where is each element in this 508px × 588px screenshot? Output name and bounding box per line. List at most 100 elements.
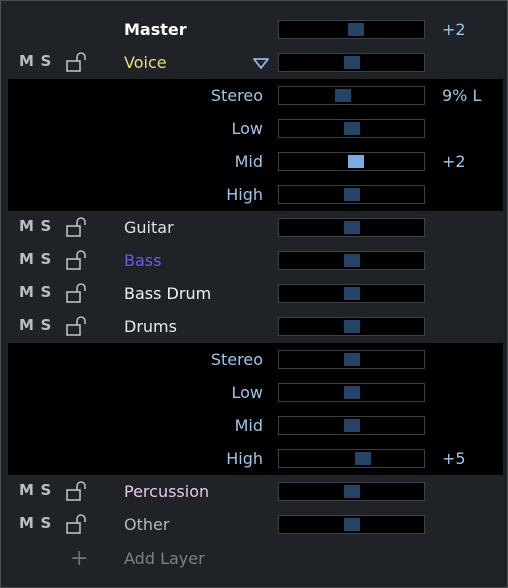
- mute-button[interactable]: M: [19, 283, 34, 301]
- param-label: Mid: [234, 152, 263, 171]
- mute-solo-group: MS: [19, 481, 58, 499]
- param-slider[interactable]: [278, 185, 425, 204]
- param-row-stereo: Stereo 9% L: [8, 79, 503, 112]
- param-slider-knob[interactable]: [344, 419, 360, 432]
- param-value: +5: [442, 449, 466, 468]
- param-slider-knob[interactable]: [335, 89, 351, 102]
- layer-slider[interactable]: [278, 218, 425, 237]
- lock-open-icon[interactable]: [66, 514, 88, 534]
- layer-slider[interactable]: [278, 53, 425, 72]
- plus-icon[interactable]: +: [70, 546, 88, 571]
- layer-name[interactable]: Voice: [124, 53, 167, 72]
- solo-button[interactable]: S: [40, 514, 51, 532]
- param-row-mid: Mid +2: [8, 145, 503, 178]
- lock-open-icon[interactable]: [66, 481, 88, 501]
- param-label: Low: [231, 383, 263, 402]
- param-slider[interactable]: [278, 119, 425, 138]
- lock-open-icon[interactable]: [66, 250, 88, 270]
- add-layer-row[interactable]: + Add Layer: [8, 542, 503, 575]
- layer-name[interactable]: Percussion: [124, 482, 209, 501]
- param-slider[interactable]: [278, 449, 425, 468]
- param-row-stereo: Stereo: [8, 343, 503, 376]
- solo-button[interactable]: S: [40, 316, 51, 334]
- param-slider[interactable]: [278, 86, 425, 105]
- param-slider-knob[interactable]: [344, 353, 360, 366]
- master-row: Master +2: [8, 13, 503, 46]
- solo-button[interactable]: S: [40, 481, 51, 499]
- param-value: 9% L: [442, 86, 482, 105]
- solo-button[interactable]: S: [40, 52, 51, 70]
- mute-solo-group: MS: [19, 250, 58, 268]
- mute-button[interactable]: M: [19, 52, 34, 70]
- master-slider[interactable]: [278, 20, 425, 39]
- layer-slider[interactable]: [278, 251, 425, 270]
- layer-row-percussion[interactable]: M S Percussion: [8, 475, 503, 508]
- mute-solo-group: MS: [19, 283, 58, 301]
- lock-open-icon[interactable]: [66, 217, 88, 237]
- layer-name[interactable]: Bass Drum: [124, 284, 211, 303]
- param-slider-knob[interactable]: [344, 122, 360, 135]
- param-slider-knob[interactable]: [344, 386, 360, 399]
- param-label: Mid: [234, 416, 263, 435]
- param-row-high: High +5: [8, 442, 503, 475]
- layer-slider-knob[interactable]: [344, 287, 360, 300]
- solo-button[interactable]: S: [40, 250, 51, 268]
- layer-row-bass-drum[interactable]: M S Bass Drum: [8, 277, 503, 310]
- layer-row-guitar[interactable]: M S Guitar: [8, 211, 503, 244]
- param-label: High: [226, 449, 263, 468]
- mute-button[interactable]: M: [19, 217, 34, 235]
- mute-solo-group: MS: [19, 217, 58, 235]
- layer-slider[interactable]: [278, 482, 425, 501]
- param-slider-knob[interactable]: [355, 452, 371, 465]
- mute-solo-group: MS: [19, 316, 58, 334]
- param-row-low: Low: [8, 112, 503, 145]
- param-slider-knob[interactable]: [348, 155, 364, 168]
- param-label: Stereo: [210, 86, 263, 105]
- param-row-low: Low: [8, 376, 503, 409]
- mute-button[interactable]: M: [19, 481, 34, 499]
- param-row-high: High: [8, 178, 503, 211]
- master-slider-knob[interactable]: [348, 23, 364, 36]
- master-label: Master: [124, 20, 187, 39]
- layer-name[interactable]: Other: [124, 515, 169, 534]
- param-slider[interactable]: [278, 383, 425, 402]
- layer-slider[interactable]: [278, 515, 425, 534]
- mute-button[interactable]: M: [19, 316, 34, 334]
- layer-name[interactable]: Bass: [124, 251, 161, 270]
- layer-slider[interactable]: [278, 317, 425, 336]
- layer-mixer-panel: Master +2 MS Voice Stereo 9% L Low Mid +2 Hig…: [0, 0, 508, 588]
- param-slider[interactable]: [278, 152, 425, 171]
- layer-slider-knob[interactable]: [344, 518, 360, 531]
- layer-slider-knob[interactable]: [344, 221, 360, 234]
- param-label: Low: [231, 119, 263, 138]
- mute-button[interactable]: M: [19, 514, 34, 532]
- param-label: High: [226, 185, 263, 204]
- solo-button[interactable]: S: [40, 217, 51, 235]
- mute-solo-group: MS: [19, 514, 58, 532]
- param-row-mid: Mid: [8, 409, 503, 442]
- lock-open-icon[interactable]: [66, 52, 88, 72]
- layer-slider[interactable]: [278, 284, 425, 303]
- param-slider[interactable]: [278, 350, 425, 369]
- layer-name[interactable]: Guitar: [124, 218, 174, 237]
- solo-button[interactable]: S: [40, 283, 51, 301]
- layer-row-drums[interactable]: M S Drums: [8, 310, 503, 343]
- layer-row-other[interactable]: M S Other: [8, 508, 503, 541]
- mute-solo-group: MS: [19, 52, 58, 70]
- mute-button[interactable]: M: [19, 250, 34, 268]
- lock-open-icon[interactable]: [66, 283, 88, 303]
- param-label: Stereo: [210, 350, 263, 369]
- lock-open-icon[interactable]: [66, 316, 88, 336]
- layer-slider-knob[interactable]: [344, 254, 360, 267]
- add-layer-label[interactable]: Add Layer: [124, 549, 205, 568]
- layer-row-bass[interactable]: M S Bass: [8, 244, 503, 277]
- param-slider-knob[interactable]: [344, 188, 360, 201]
- layer-slider-knob[interactable]: [344, 485, 360, 498]
- param-slider[interactable]: [278, 416, 425, 435]
- triangle-down-icon[interactable]: [253, 58, 269, 70]
- layer-slider-knob[interactable]: [344, 320, 360, 333]
- layer-row-voice[interactable]: MS Voice: [8, 46, 503, 79]
- layer-name[interactable]: Drums: [124, 317, 177, 336]
- param-value: +2: [442, 152, 466, 171]
- layer-slider-knob[interactable]: [344, 56, 360, 69]
